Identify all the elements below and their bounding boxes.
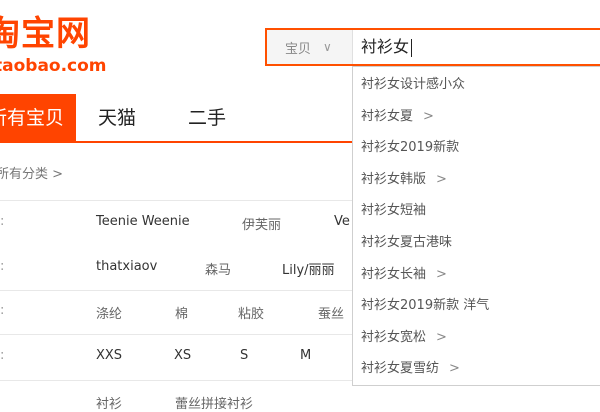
brand-option[interactable]: 森马 xyxy=(205,259,231,278)
brand-option[interactable]: Teenie Weenie xyxy=(96,214,190,229)
suggestion-item[interactable]: 衬衫女夏雪纺 > xyxy=(361,359,460,379)
suggestion-text: 衬衫女设计感小众 xyxy=(361,77,466,92)
material-option[interactable]: 粘胶 xyxy=(238,303,264,322)
size-option[interactable]: XS xyxy=(174,348,191,363)
tab-all-items[interactable]: 所有宝贝 xyxy=(0,94,76,142)
suggestion-item[interactable]: 衬衫女2019新款 洋气 xyxy=(361,296,489,316)
suggestion-text: 衬衫女夏雪纺 xyxy=(361,361,440,377)
suggestion-item[interactable]: 衬衫女设计感小众 xyxy=(361,75,465,95)
material-option[interactable]: 蚕丝 xyxy=(318,303,344,322)
suggestion-item[interactable]: 衬衫女长袖 > xyxy=(361,265,447,285)
chevron-right-icon: > xyxy=(436,266,447,282)
search-box[interactable]: 宝贝 ∨ 衬衫女 xyxy=(265,28,600,66)
suggestion-text: 衬衫女2019新款 洋气 xyxy=(361,298,490,314)
style-option[interactable]: 衬衫 xyxy=(96,393,122,412)
search-input[interactable]: 衬衫女 xyxy=(361,30,413,64)
suggestion-text: 衬衫女夏古港味 xyxy=(361,235,453,250)
chevron-down-icon: ∨ xyxy=(323,40,332,54)
search-type-label: 宝贝 xyxy=(285,41,312,57)
chevron-right-icon: > xyxy=(449,361,460,377)
suggestion-item[interactable]: 衬衫女夏古港味 xyxy=(361,233,452,253)
suggestion-text: 衬衫女短袖 xyxy=(361,203,427,219)
site-logo[interactable]: 淘宝网 xyxy=(0,14,91,54)
suggestion-text: 衬衫女宽松 xyxy=(361,329,427,345)
suggestion-text: 衬衫女长袖 xyxy=(361,266,427,282)
chevron-right-icon: > xyxy=(436,171,447,187)
material-option[interactable]: 涤纶 xyxy=(96,303,122,322)
tab-second-hand[interactable]: 二手 xyxy=(188,94,226,142)
row-label: : xyxy=(0,348,5,363)
divider xyxy=(0,334,356,335)
suggestion-text: 衬衫女韩版 xyxy=(361,171,427,187)
brand-option[interactable]: Lily/丽丽 xyxy=(282,259,335,278)
row-label: : xyxy=(0,214,5,229)
material-option[interactable]: 棉 xyxy=(175,303,188,322)
divider xyxy=(0,380,356,381)
suggestion-item[interactable]: 衬衫女2019新款 xyxy=(361,138,459,158)
tab-tmall[interactable]: 天猫 xyxy=(98,94,136,142)
suggestion-item[interactable]: 衬衫女韩版 > xyxy=(361,170,447,190)
suggestion-text: 衬衫女2019新款 xyxy=(361,140,460,156)
divider xyxy=(0,290,356,291)
brand-option[interactable]: Ve xyxy=(334,214,350,229)
search-suggestions: 衬衫女设计感小众 衬衫女夏 > 衬衫女2019新款 衬衫女韩版 > 衬衫女短袖衬衫女夏古港味… xyxy=(352,66,600,386)
breadcrumb[interactable]: 所有分类 > xyxy=(0,163,63,182)
chevron-right-icon: > xyxy=(52,167,64,182)
chevron-right-icon: > xyxy=(423,108,434,124)
search-query: 衬衫女 xyxy=(361,37,410,56)
row-label: : xyxy=(0,259,5,274)
site-domain[interactable]: taobao.com xyxy=(0,56,107,76)
brand-option[interactable]: thatxiaov xyxy=(96,259,157,274)
suggestion-text: 衬衫女夏 xyxy=(361,108,414,124)
row-label: : xyxy=(0,303,5,318)
suggestion-item[interactable]: 衬衫女短袖 xyxy=(361,201,426,221)
search-type-selector[interactable]: 宝贝 ∨ xyxy=(267,30,353,64)
breadcrumb-label: 所有分类 xyxy=(0,167,49,182)
suggestion-item[interactable]: 衬衫女夏 > xyxy=(361,107,434,127)
text-caret xyxy=(411,38,413,57)
chevron-right-icon: > xyxy=(436,329,447,345)
suggestion-item[interactable]: 衬衫女宽松 > xyxy=(361,328,447,348)
size-option[interactable]: XXS xyxy=(96,348,122,363)
style-option[interactable]: 蕾丝拼接衬衫 xyxy=(175,393,253,412)
size-option[interactable]: M xyxy=(300,348,311,363)
divider xyxy=(0,200,356,201)
size-option[interactable]: S xyxy=(240,348,248,363)
brand-option[interactable]: 伊芙丽 xyxy=(242,214,281,233)
